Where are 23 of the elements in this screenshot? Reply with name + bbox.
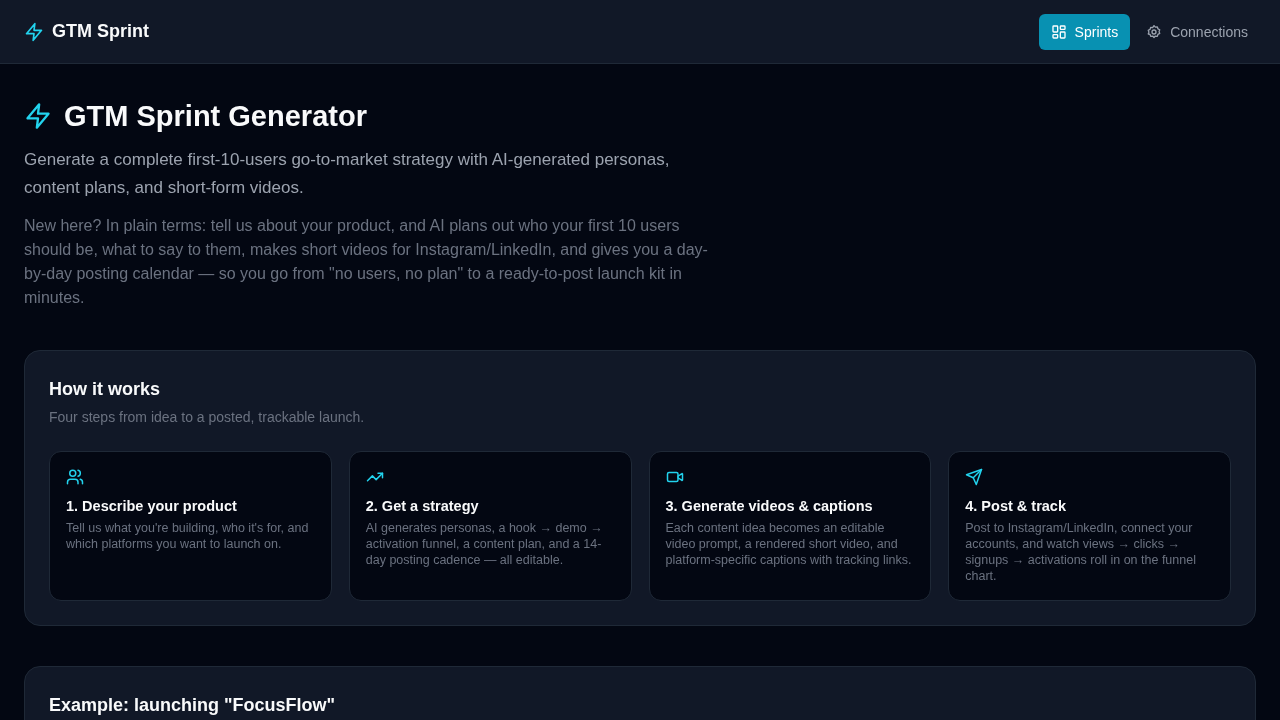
intro-text: New here? In plain terms: tell us about your product, and AI plans out who your first 10 users should be, what to say to them, makes short videos for Instagram/LinkedIn, and gives you a day-by-day posting calendar — so you go from "no users, no plan" to a ready-to-post launch kit in minutes. [24,216,709,308]
step-text: Each content idea becomes an editable video prompt, a rendered short video, and platform-specific captions with tracking links. [665,520,913,568]
step-title: 2. Get a strategy [365,497,480,516]
step-text: Post to Instagram/LinkedIn, connect your accounts, and watch views → clicks → signups → activations roll in on the funnel chart. [965,520,1197,584]
settings-icon [1146,23,1163,40]
section-title: Example: launching "FocusFlow" [49,694,337,717]
page-subtitle: Generate a complete first-10-users go-to-market strategy with AI-generated personas, content plans, and short-form videos. [24,149,671,199]
app-name: GTM Sprint [52,21,149,42]
step-title: 1. Describe your product [66,497,238,516]
send-icon [965,468,984,486]
lightning-icon [24,21,44,42]
lightning-icon [24,102,52,130]
step-title: 4. Post & track [965,497,1067,516]
section-title: How it works [49,378,161,401]
step-title: 3. Generate videos & captions [665,497,874,516]
step-text: AI generates personas, a hook → demo → activation funnel, a content plan, and a 14-day posting cadence — all editable. [365,520,604,568]
step-text: Tell us what you're building, who it's for, and which platforms you want to launch on. [66,520,310,552]
nav-tab[interactable]: Sprints [1038,13,1131,50]
page-title: GTM Sprint Generator [64,99,367,134]
grid-icon [1050,23,1067,40]
section-subtitle: Four steps from idea to a posted, trackable launch. [49,408,366,427]
nav-tab[interactable]: Connections [1134,13,1260,50]
users-icon [66,468,84,486]
